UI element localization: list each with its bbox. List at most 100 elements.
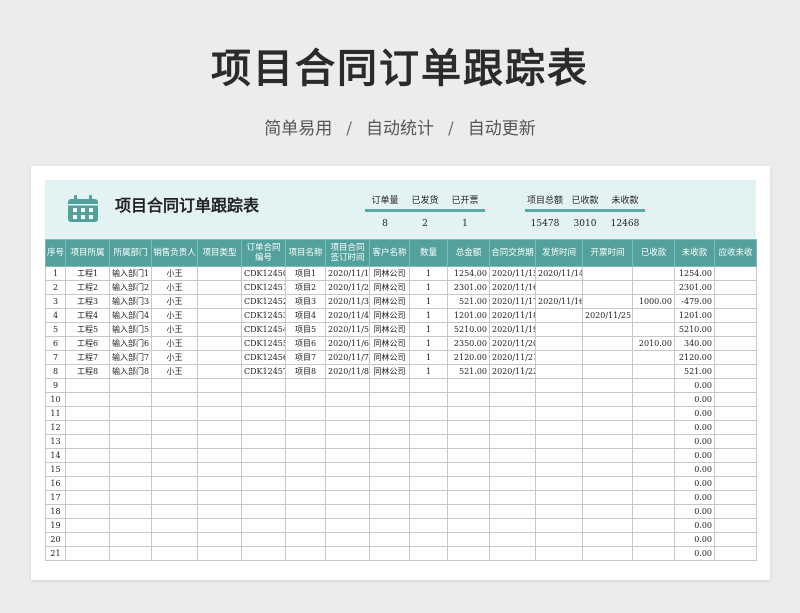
table-cell[interactable] xyxy=(197,504,242,519)
table-cell[interactable]: 0.00 xyxy=(674,434,715,449)
table-cell[interactable] xyxy=(109,420,152,435)
table-cell[interactable] xyxy=(582,420,633,435)
table-cell[interactable] xyxy=(285,392,326,407)
table-cell[interactable] xyxy=(241,406,286,421)
table-cell[interactable]: 工程1 xyxy=(65,266,110,281)
table-cell[interactable] xyxy=(535,434,583,449)
table-cell[interactable] xyxy=(369,434,410,449)
table-cell[interactable]: 0.00 xyxy=(674,546,715,561)
table-cell[interactable]: 14 xyxy=(45,448,66,463)
table-cell[interactable]: CDK12452 xyxy=(241,294,286,309)
column-header[interactable]: 项目名称 xyxy=(285,239,326,267)
table-cell[interactable]: 2020/11/16 xyxy=(535,294,583,309)
column-header[interactable]: 项目类型 xyxy=(197,239,242,267)
table-cell[interactable] xyxy=(109,546,152,561)
table-cell[interactable]: 521.00 xyxy=(674,364,715,379)
table-cell[interactable] xyxy=(65,546,110,561)
table-cell[interactable] xyxy=(489,532,536,547)
column-header[interactable]: 应收未收 xyxy=(714,239,757,267)
table-cell[interactable] xyxy=(582,280,633,295)
table-cell[interactable]: 工程3 xyxy=(65,294,110,309)
table-cell[interactable] xyxy=(285,406,326,421)
table-cell[interactable] xyxy=(582,546,633,561)
table-cell[interactable] xyxy=(535,546,583,561)
column-header[interactable]: 序号 xyxy=(45,239,66,267)
table-cell[interactable] xyxy=(109,378,152,393)
table-cell[interactable]: 1 xyxy=(409,322,448,337)
table-cell[interactable] xyxy=(197,518,242,533)
table-cell[interactable]: CDK12451 xyxy=(241,280,286,295)
table-cell[interactable] xyxy=(489,406,536,421)
table-cell[interactable] xyxy=(241,462,286,477)
table-cell[interactable] xyxy=(151,518,198,533)
table-cell[interactable]: 项目6 xyxy=(285,336,326,351)
table-cell[interactable] xyxy=(582,462,633,477)
table-cell[interactable]: 同林公司 xyxy=(369,350,410,365)
table-cell[interactable] xyxy=(714,322,757,337)
column-header[interactable]: 客户名称 xyxy=(369,239,410,267)
table-cell[interactable] xyxy=(285,378,326,393)
table-cell[interactable] xyxy=(409,462,448,477)
table-cell[interactable] xyxy=(285,462,326,477)
table-cell[interactable] xyxy=(151,406,198,421)
column-header[interactable]: 开票时间 xyxy=(582,239,633,267)
table-cell[interactable]: 1 xyxy=(409,294,448,309)
table-cell[interactable]: 5210.00 xyxy=(674,322,715,337)
table-cell[interactable] xyxy=(325,490,370,505)
table-cell[interactable] xyxy=(409,434,448,449)
table-cell[interactable]: 同林公司 xyxy=(369,308,410,323)
table-cell[interactable] xyxy=(714,308,757,323)
table-cell[interactable]: 1 xyxy=(409,308,448,323)
table-cell[interactable] xyxy=(632,364,675,379)
table-cell[interactable] xyxy=(65,420,110,435)
table-cell[interactable] xyxy=(197,350,242,365)
table-cell[interactable]: 输入部门1 xyxy=(109,266,152,281)
table-cell[interactable] xyxy=(369,392,410,407)
table-cell[interactable] xyxy=(489,490,536,505)
table-cell[interactable] xyxy=(369,476,410,491)
table-cell[interactable] xyxy=(447,462,490,477)
table-cell[interactable] xyxy=(632,420,675,435)
table-cell[interactable] xyxy=(241,434,286,449)
table-cell[interactable]: 2020/11/17 xyxy=(489,294,536,309)
table-cell[interactable] xyxy=(65,532,110,547)
table-cell[interactable] xyxy=(325,406,370,421)
table-cell[interactable] xyxy=(285,476,326,491)
table-cell[interactable]: 同林公司 xyxy=(369,294,410,309)
table-cell[interactable] xyxy=(409,504,448,519)
table-cell[interactable]: 0.00 xyxy=(674,420,715,435)
table-cell[interactable] xyxy=(447,434,490,449)
table-cell[interactable]: 项目4 xyxy=(285,308,326,323)
table-cell[interactable] xyxy=(535,462,583,477)
table-cell[interactable] xyxy=(197,462,242,477)
table-cell[interactable] xyxy=(369,448,410,463)
table-cell[interactable] xyxy=(197,392,242,407)
table-cell[interactable]: 2020/11/1 xyxy=(325,266,370,281)
column-header[interactable]: 发货时间 xyxy=(535,239,583,267)
table-cell[interactable] xyxy=(632,504,675,519)
table-cell[interactable] xyxy=(325,420,370,435)
table-cell[interactable] xyxy=(369,462,410,477)
table-cell[interactable] xyxy=(632,490,675,505)
table-cell[interactable] xyxy=(109,462,152,477)
table-cell[interactable] xyxy=(714,378,757,393)
table-cell[interactable] xyxy=(447,476,490,491)
table-cell[interactable] xyxy=(65,434,110,449)
table-cell[interactable] xyxy=(582,518,633,533)
table-cell[interactable] xyxy=(535,504,583,519)
table-cell[interactable] xyxy=(714,448,757,463)
table-cell[interactable] xyxy=(489,378,536,393)
table-cell[interactable] xyxy=(151,476,198,491)
table-cell[interactable]: 工程7 xyxy=(65,350,110,365)
table-cell[interactable]: 2010.00 xyxy=(632,336,675,351)
table-cell[interactable] xyxy=(241,378,286,393)
table-cell[interactable] xyxy=(197,322,242,337)
table-cell[interactable] xyxy=(409,518,448,533)
table-cell[interactable] xyxy=(409,476,448,491)
table-cell[interactable] xyxy=(151,546,198,561)
table-cell[interactable] xyxy=(632,434,675,449)
table-cell[interactable] xyxy=(325,546,370,561)
table-cell[interactable] xyxy=(325,462,370,477)
table-cell[interactable] xyxy=(409,490,448,505)
table-cell[interactable]: 同林公司 xyxy=(369,322,410,337)
